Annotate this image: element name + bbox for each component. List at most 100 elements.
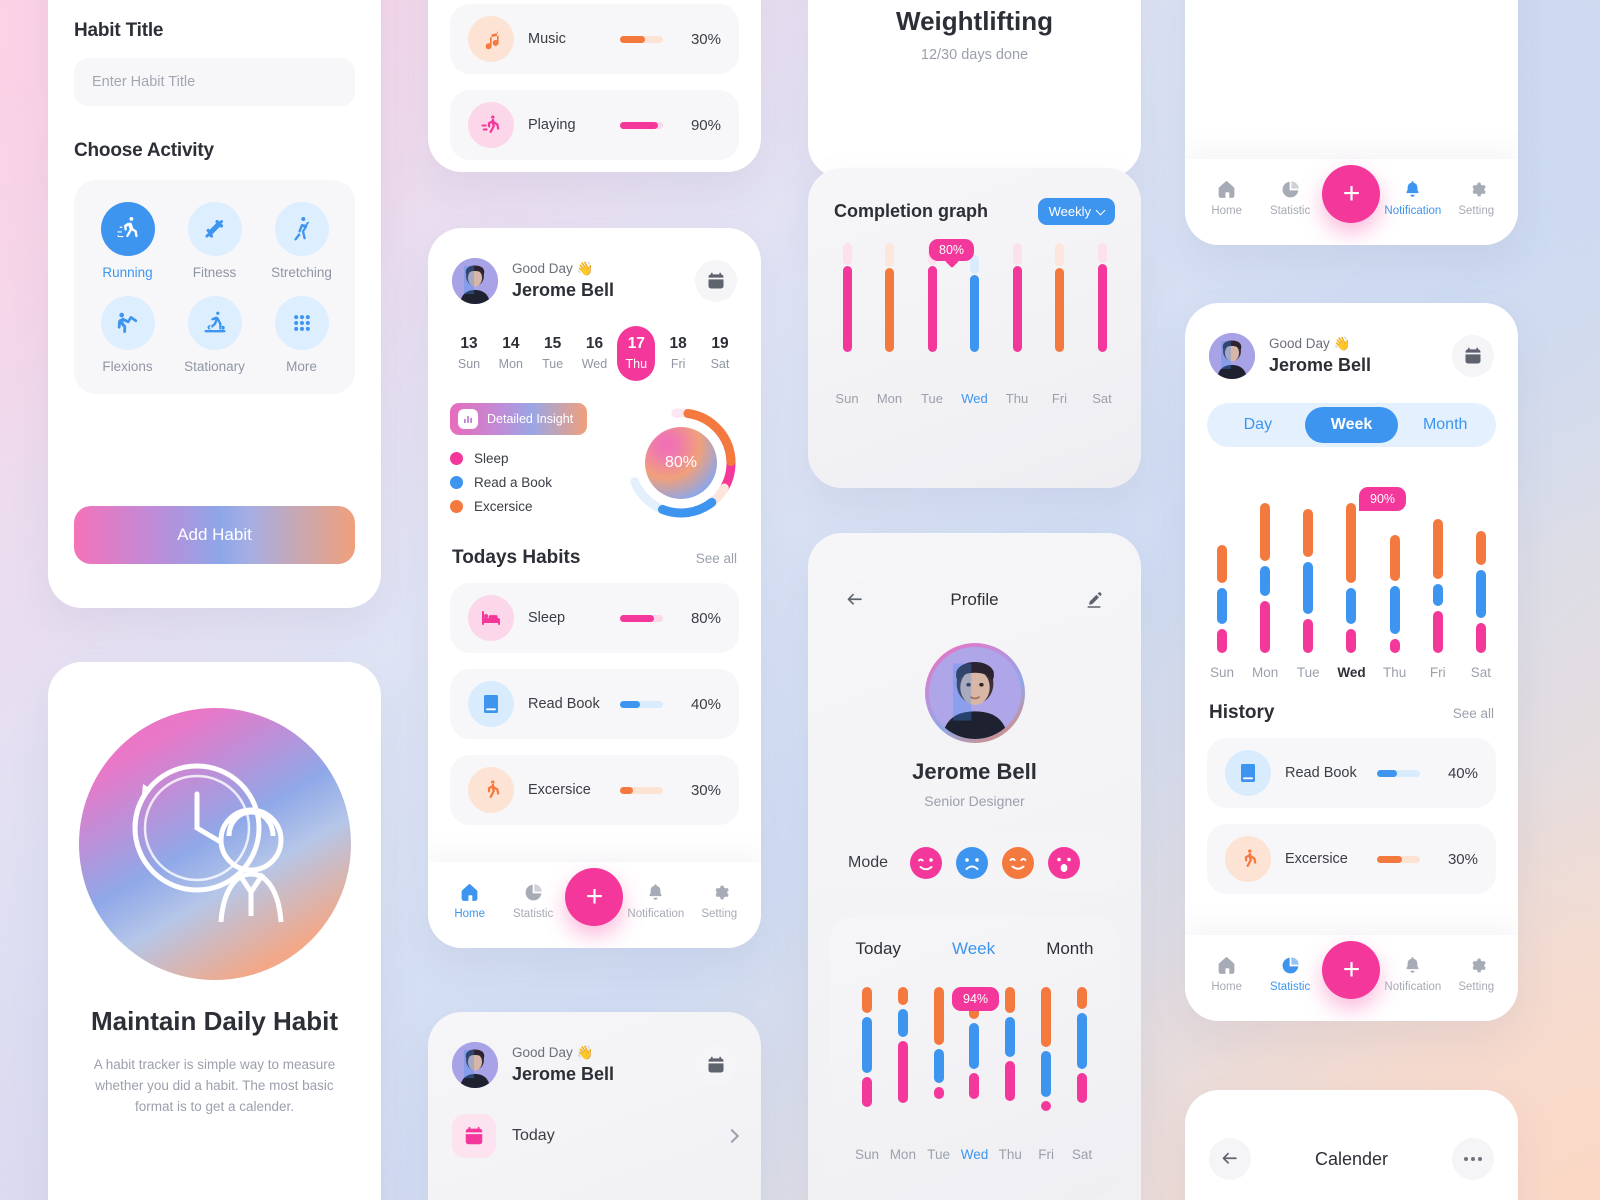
activity-more[interactable]: More bbox=[258, 296, 345, 374]
arrow-left-icon[interactable] bbox=[834, 579, 876, 621]
avatar bbox=[1209, 333, 1255, 379]
chart-column bbox=[1089, 243, 1115, 352]
add-fab-button[interactable]: + bbox=[1322, 941, 1381, 999]
add-fab-button[interactable]: + bbox=[565, 868, 624, 926]
see-all-link[interactable]: See all bbox=[696, 551, 737, 566]
tab-notification[interactable]: Notification bbox=[625, 882, 687, 920]
running-icon bbox=[468, 767, 514, 813]
habit-row[interactable]: Read Book 40% bbox=[450, 669, 739, 739]
axis-tick-label: Tue bbox=[1296, 665, 1320, 680]
day-cell[interactable]: 19 Sat bbox=[701, 326, 739, 381]
axis-tick-label: Fri bbox=[1429, 665, 1446, 680]
tab-label: Setting bbox=[701, 908, 738, 920]
calendar-icon[interactable] bbox=[695, 260, 737, 302]
calendar-icon[interactable] bbox=[1452, 335, 1494, 377]
pencil-icon[interactable] bbox=[1073, 579, 1115, 621]
more-dots-icon[interactable] bbox=[1451, 1138, 1494, 1180]
today-list-row[interactable]: Today bbox=[428, 1114, 761, 1158]
segment-day[interactable]: Day bbox=[1211, 407, 1305, 443]
profile-card: Profile Jerome Bell Senior Designer Mode… bbox=[808, 533, 1141, 1200]
pie-icon bbox=[1282, 181, 1299, 198]
legend-label: Sleep bbox=[474, 451, 509, 466]
chart-column bbox=[924, 987, 954, 1137]
tab-notification[interactable]: Notification bbox=[1382, 179, 1444, 217]
axis-tick-label: Tue bbox=[927, 1147, 951, 1162]
sad-face-icon[interactable] bbox=[956, 847, 989, 879]
habit-title-input[interactable] bbox=[74, 58, 355, 106]
period-segmented-control: Day Week Month bbox=[1207, 403, 1496, 447]
period-chart-panel: Today Week Month 94% Sun Mon Tue Wed Thu… bbox=[830, 917, 1119, 1197]
home-card: Good Day 👋 Jerome Bell 13 Sun 14 Mon 15 Tue… bbox=[428, 228, 761, 948]
list-item[interactable]: Music 30% bbox=[450, 4, 739, 74]
tab-statistic[interactable]: Statistic bbox=[1259, 955, 1321, 993]
tab-month[interactable]: Month bbox=[1046, 939, 1093, 959]
tab-label: Home bbox=[454, 908, 486, 920]
activity-stationary[interactable]: Stationary bbox=[171, 296, 258, 374]
completion-graph-card: Completion graph Weekly 80% Sun Mon Tue bbox=[808, 168, 1141, 488]
day-number: 13 bbox=[460, 335, 478, 352]
day-cell[interactable]: 15 Tue bbox=[534, 326, 572, 381]
tab-statistic[interactable]: Statistic bbox=[1259, 179, 1321, 217]
chart-column bbox=[1293, 509, 1323, 653]
habit-row[interactable]: Excersice 30% bbox=[450, 755, 739, 825]
segment-month[interactable]: Month bbox=[1398, 407, 1492, 443]
chart-column bbox=[1380, 535, 1410, 653]
calender-card: Calender bbox=[1185, 1090, 1518, 1200]
wink-face-icon[interactable] bbox=[910, 847, 943, 879]
tab-week[interactable]: Week bbox=[952, 939, 995, 959]
weekly-dropdown[interactable]: Weekly bbox=[1037, 198, 1115, 225]
axis-tick-label: Wed bbox=[960, 1147, 989, 1162]
tab-home[interactable]: Home bbox=[439, 882, 501, 920]
progress-bar bbox=[1377, 855, 1420, 863]
activity-fitness[interactable]: Fitness bbox=[171, 202, 258, 280]
axis-tick-label: Fri bbox=[1051, 391, 1068, 406]
activity-running[interactable]: Running bbox=[84, 202, 171, 280]
chevron-right-icon bbox=[724, 1128, 740, 1144]
add-fab-button[interactable]: + bbox=[1322, 165, 1381, 223]
activity-stretching[interactable]: Stretching bbox=[258, 202, 345, 280]
bike-icon bbox=[187, 296, 242, 350]
tab-home[interactable]: Home bbox=[1196, 179, 1258, 217]
day-cell[interactable]: 18 Fri bbox=[659, 326, 697, 381]
tab-setting[interactable]: Setting bbox=[688, 882, 750, 920]
axis-tick-label: Sat bbox=[1071, 1147, 1093, 1162]
add-habit-button[interactable]: Add Habit bbox=[74, 506, 355, 564]
today-card: Good Day 👋 Jerome Bell Today bbox=[428, 1012, 761, 1200]
completion-chart: 80% Sun Mon Tue Wed Thu Fri Sat bbox=[834, 239, 1115, 418]
habit-row[interactable]: Sleep 80% bbox=[450, 583, 739, 653]
maintain-title: Maintain Daily Habit bbox=[90, 1006, 339, 1036]
segment-week[interactable]: Week bbox=[1304, 407, 1399, 443]
calendar-icon[interactable] bbox=[695, 1044, 737, 1086]
insight-section: Detailed Insight Sleep Read a Book Excer… bbox=[428, 381, 761, 523]
tab-setting[interactable]: Setting bbox=[1445, 179, 1507, 217]
list-item[interactable]: Playing 90% bbox=[450, 90, 739, 160]
chart-column bbox=[995, 987, 1025, 1137]
tab-today[interactable]: Today bbox=[856, 939, 901, 959]
activity-label: Fitness bbox=[192, 265, 237, 280]
progress-percent: 30% bbox=[690, 781, 721, 799]
day-cell[interactable]: 16 Wed bbox=[575, 326, 613, 381]
bar-chart-icon bbox=[458, 409, 478, 429]
day-cell-selected[interactable]: 17 Thu bbox=[617, 326, 656, 381]
profile-week-chart: 94% Sun Mon Tue Wed Thu Fri Sat bbox=[852, 987, 1097, 1177]
day-cell[interactable]: 13 Sun bbox=[450, 326, 488, 381]
tab-home[interactable]: Home bbox=[1196, 955, 1258, 993]
day-number: 18 bbox=[669, 335, 687, 352]
greeting-name: Jerome Bell bbox=[512, 280, 615, 300]
legend-swatch bbox=[450, 452, 463, 465]
day-cell[interactable]: 14 Mon bbox=[492, 326, 530, 381]
arrow-left-icon[interactable] bbox=[1209, 1138, 1251, 1180]
surprised-face-icon[interactable] bbox=[1048, 847, 1081, 879]
detailed-insight-button[interactable]: Detailed Insight bbox=[450, 403, 588, 435]
legend-item: Sleep bbox=[450, 451, 623, 466]
chart-tooltip: 80% bbox=[929, 239, 975, 261]
home-icon bbox=[461, 884, 478, 901]
greeting-small: Good Day 👋 bbox=[1269, 336, 1351, 351]
chart-column bbox=[1250, 503, 1280, 653]
tab-setting[interactable]: Setting bbox=[1445, 955, 1507, 993]
activity-flexions[interactable]: Flexions bbox=[84, 296, 171, 374]
happy-face-icon[interactable] bbox=[1002, 847, 1035, 879]
tab-statistic[interactable]: Statistic bbox=[502, 882, 564, 920]
tab-label: Notification bbox=[627, 908, 685, 920]
tab-notification[interactable]: Notification bbox=[1382, 955, 1444, 993]
